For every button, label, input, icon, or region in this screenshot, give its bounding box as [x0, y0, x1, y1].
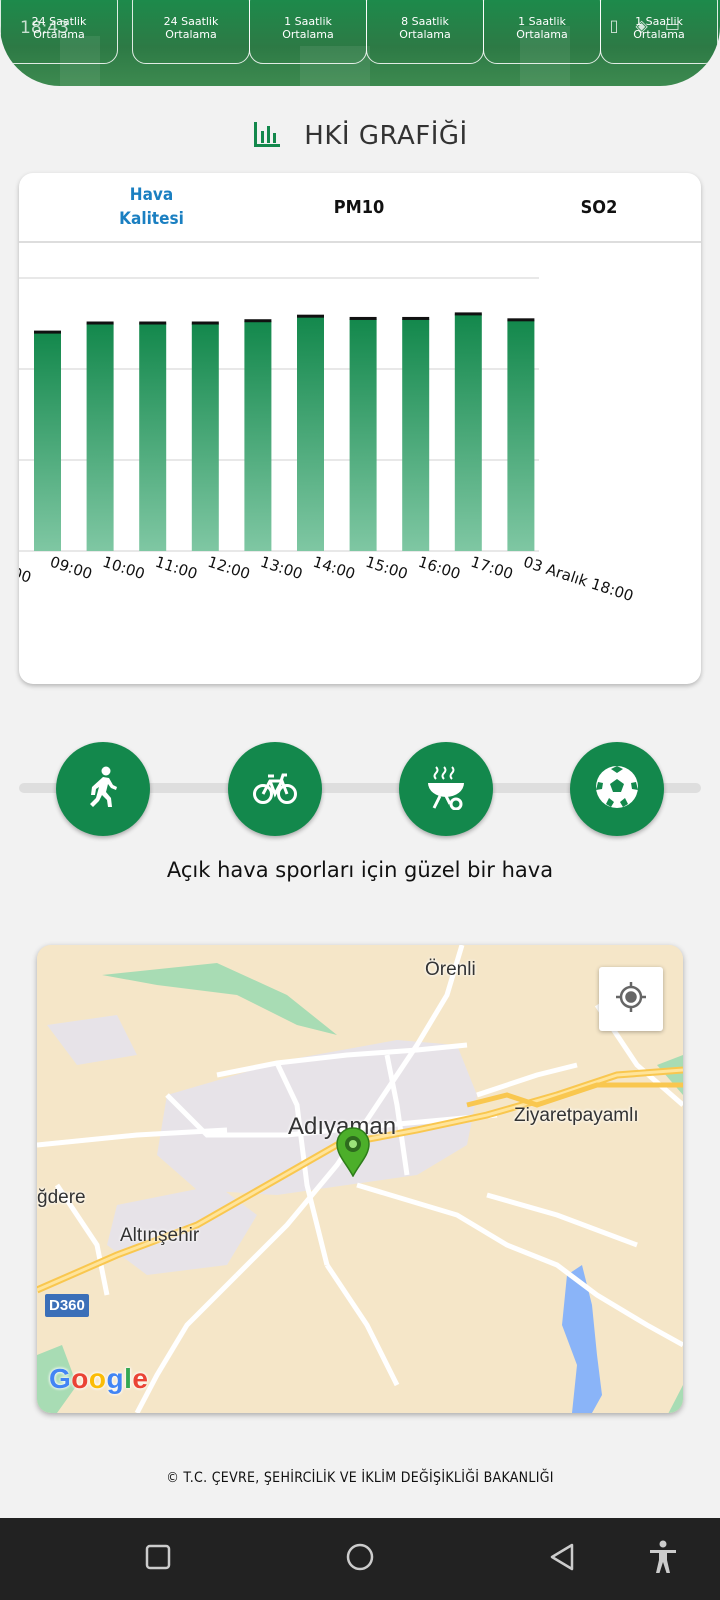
walking-icon: [83, 765, 123, 813]
map-label-ziyaretpayamli: Ziyaretpayamlı: [514, 1105, 639, 1126]
header-banner: 24 Saatlik Ortalama 24 Saatlik Ortalama 1 …: [0, 0, 720, 86]
x-tick-label: 09:00: [48, 553, 95, 583]
x-tick-label: 00: [19, 564, 33, 587]
recent-apps-button[interactable]: [133, 1534, 183, 1584]
chart-bar[interactable]: [402, 318, 430, 551]
map-label-orenli: Örenli: [425, 959, 476, 980]
status-bar-time: 18:43: [20, 18, 69, 38]
bar-chart-icon: [252, 119, 282, 153]
soccer-ball-icon: [594, 764, 640, 814]
map-label-gdere: ğdere: [37, 1187, 86, 1208]
chart-bar[interactable]: [34, 332, 61, 551]
chart-bar[interactable]: [86, 323, 114, 552]
average-card[interactable]: 8 Saatlik Ortalama: [366, 0, 484, 64]
crosshair-icon: [614, 980, 648, 1018]
chart-bar[interactable]: [244, 321, 272, 551]
chart-bar-cap: [244, 319, 272, 323]
accessibility-button[interactable]: [638, 1534, 688, 1584]
chart-bar-cap: [191, 321, 219, 325]
activity-message: Açık hava sporları için güzel bir hava: [166, 858, 554, 882]
average-card[interactable]: 1 Saatlik Ortalama: [249, 0, 367, 64]
average-card[interactable]: 24 Saatlik Ortalama: [132, 0, 250, 64]
chart-bar[interactable]: [139, 323, 167, 552]
grill-icon: [424, 764, 468, 814]
activity-cycling-button[interactable]: [228, 742, 322, 836]
circle-icon: [345, 1542, 375, 1576]
chart-bar-cap: [139, 321, 167, 325]
x-tick-label: 11:00: [153, 553, 200, 583]
chart-bar[interactable]: [507, 320, 535, 551]
status-bar-icons: ▯ ◈ ▭: [609, 16, 686, 35]
x-tick-label: 17:00: [469, 553, 516, 583]
chart-bar-cap: [34, 330, 61, 334]
square-icon: [145, 1544, 171, 1574]
activity-barbecue-button[interactable]: [399, 742, 493, 836]
location-pin-icon[interactable]: [336, 1127, 370, 1181]
chart-bar-cap: [402, 316, 430, 320]
accessibility-icon: [649, 1540, 677, 1578]
back-button[interactable]: [537, 1534, 587, 1584]
chart-bar[interactable]: [191, 323, 219, 552]
copyright-text: © T.C. ÇEVRE, ŞEHİRCİLİK VE İKLİM DEĞİŞİ…: [166, 1470, 554, 1486]
x-tick-label: 12:00: [206, 553, 253, 583]
chart-bar[interactable]: [454, 314, 482, 551]
tab-pm10[interactable]: PM10: [299, 173, 419, 241]
x-tick-label: 16:00: [416, 553, 463, 583]
map-label-altinsehir: Altınşehir: [120, 1225, 200, 1246]
chart-bar-cap: [297, 314, 324, 318]
tab-so2[interactable]: SO2: [539, 173, 659, 241]
section-title: HKİ GRAFİĞİ: [304, 121, 468, 151]
chart-bar-cap: [507, 318, 535, 322]
road-badge: D360: [45, 1294, 89, 1317]
tab-air-quality[interactable]: Hava Kalitesi: [79, 173, 224, 241]
activity-football-button[interactable]: [570, 742, 664, 836]
x-tick-label: 03 Aralık 18:00: [521, 553, 635, 606]
triangle-back-icon: [548, 1542, 576, 1576]
x-tick-label: 14:00: [311, 553, 358, 583]
x-tick-label: 13:00: [258, 553, 305, 583]
my-location-button[interactable]: [599, 967, 663, 1031]
x-tick-label: 15:00: [363, 553, 410, 583]
chart-bar-cap: [349, 316, 377, 320]
x-tick-label: 10:00: [100, 553, 147, 583]
bicycle-icon: [252, 767, 298, 811]
chart-bar-cap: [86, 321, 114, 325]
chart-bar[interactable]: [297, 316, 324, 551]
aqi-chart-card: Hava Kalitesi PM10 SO2 00 09:00 10:00 11:00 1…: [19, 173, 701, 684]
chart-bar-cap: [454, 312, 482, 316]
home-button[interactable]: [335, 1534, 385, 1584]
average-card[interactable]: 1 Saatlik Ortalama: [483, 0, 601, 64]
bar-chart: 00 09:00 10:00 11:00 12:00 13:00 14:00 15:00 16:…: [19, 277, 636, 606]
activity-walking-button[interactable]: [56, 742, 150, 836]
pollutant-tabs: Hava Kalitesi PM10 SO2: [19, 173, 701, 243]
google-logo: Google: [49, 1363, 149, 1394]
section-header: HKİ GRAFİĞİ: [0, 116, 720, 156]
chart-bar[interactable]: [349, 318, 377, 551]
system-navigation-bar: [0, 1518, 720, 1600]
map-view[interactable]: Örenli Adıyaman Ziyaretpayamlı ğdere Alt…: [37, 945, 683, 1413]
